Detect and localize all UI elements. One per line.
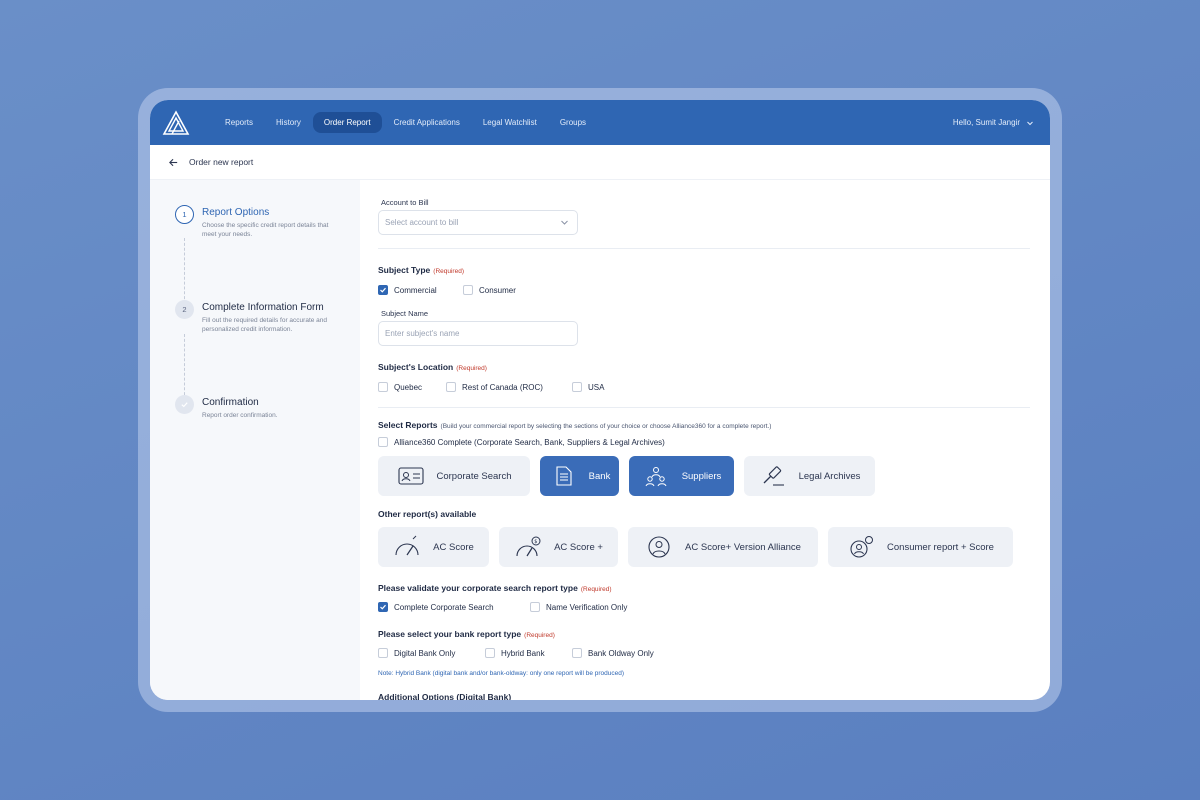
step-connector <box>184 334 185 400</box>
consumer-checkbox[interactable]: Consumer <box>463 285 516 295</box>
additional-options-heading: Additional Options (Digital Bank) <box>378 692 512 700</box>
step-desc: Choose the specific credit report detail… <box>202 222 329 238</box>
bank-oldway-checkbox[interactable]: Bank Oldway Only <box>572 648 654 658</box>
account-label: Account to Bill <box>381 198 429 207</box>
gavel-icon <box>763 466 784 486</box>
id-card-icon <box>397 467 424 485</box>
bank-type-heading: Please select your bank report type (Requ… <box>378 629 555 639</box>
name-verification-checkbox[interactable]: Name Verification Only <box>530 602 627 612</box>
location-heading: Subject's Location (Required) <box>378 362 487 372</box>
logo-icon[interactable] <box>162 109 190 137</box>
nav-history[interactable]: History <box>265 112 312 133</box>
card-bank[interactable]: Bank <box>540 456 619 496</box>
people-group-icon <box>645 467 667 487</box>
divider <box>378 248 1030 249</box>
order-form: Account to Bill Select account to bill S… <box>360 180 1050 700</box>
card-corporate-search[interactable]: Corporate Search <box>378 456 530 496</box>
nav-legal-watchlist[interactable]: Legal Watchlist <box>472 112 548 133</box>
step-title: Confirmation <box>202 397 259 408</box>
usa-checkbox[interactable]: USA <box>572 382 604 392</box>
subject-type-heading: Subject Type (Required) <box>378 265 464 275</box>
user-circle-icon <box>648 536 670 558</box>
alliance360-checkbox[interactable]: Alliance360 Complete (Corporate Search, … <box>378 437 665 447</box>
subject-name-placeholder: Enter subject's name <box>385 329 460 338</box>
card-consumer-report[interactable]: Consumer report + Score <box>828 527 1013 567</box>
account-placeholder: Select account to bill <box>385 218 459 227</box>
card-suppliers[interactable]: Suppliers <box>629 456 734 496</box>
card-legal-archives[interactable]: Legal Archives <box>744 456 875 496</box>
user-menu[interactable]: Hello, Sumit Jangir <box>953 100 1034 145</box>
nav-reports[interactable]: Reports <box>214 112 264 133</box>
roc-checkbox[interactable]: Rest of Canada (ROC) <box>446 382 543 392</box>
gauge-dollar-icon: $ <box>516 536 541 557</box>
check-circle-icon <box>175 395 194 414</box>
user-greeting: Hello, Sumit Jangir <box>952 118 1020 127</box>
digital-bank-checkbox[interactable]: Digital Bank Only <box>378 648 455 658</box>
step-title: Report Options <box>202 207 270 218</box>
quebec-checkbox[interactable]: Quebec <box>378 382 422 392</box>
top-navbar: Reports History Order Report Credit Appl… <box>150 100 1050 145</box>
breadcrumb: Order new report <box>150 145 1050 180</box>
check-icon <box>380 287 386 293</box>
bank-note: Note: Hybrid Bank (digital bank and/or b… <box>378 670 625 677</box>
divider <box>378 407 1030 408</box>
subject-name-label: Subject Name <box>381 309 429 318</box>
step-title: Complete Information Form <box>202 302 324 313</box>
subject-name-input[interactable]: Enter subject's name <box>378 321 578 346</box>
page-title: Order new report <box>189 157 254 167</box>
steps-sidebar: 1 Report Options Choose the specific cre… <box>150 180 360 700</box>
nav-credit-applications[interactable]: Credit Applications <box>383 112 471 133</box>
complete-corporate-checkbox[interactable]: Complete Corporate Search <box>378 602 494 612</box>
back-arrow-icon[interactable] <box>168 157 179 168</box>
other-reports-heading: Other report(s) available <box>378 509 477 519</box>
step-number: 1 <box>175 205 194 224</box>
account-select[interactable]: Select account to bill <box>378 210 578 235</box>
step-desc: Report order confirmation. <box>202 412 278 419</box>
nav-groups[interactable]: Groups <box>549 112 597 133</box>
step-number: 2 <box>175 300 194 319</box>
gauge-icon <box>395 535 419 556</box>
app-window: Reports History Order Report Credit Appl… <box>150 100 1050 700</box>
step-connector <box>184 238 185 304</box>
check-icon <box>380 604 386 610</box>
select-reports-heading: Select Reports (Build your commercial rep… <box>378 420 772 430</box>
chevron-down-icon <box>561 220 568 225</box>
svg-text:$: $ <box>534 539 537 545</box>
card-ac-score-alliance[interactable]: AC Score+ Version Alliance <box>628 527 818 567</box>
nav-order-report[interactable]: Order Report <box>312 112 382 133</box>
step-desc: Fill out the required details for accura… <box>202 317 328 333</box>
user-score-icon <box>850 536 874 558</box>
card-ac-score[interactable]: AC Score <box>378 527 489 567</box>
chevron-down-icon <box>1027 121 1033 125</box>
card-ac-score-plus[interactable]: $ AC Score + <box>499 527 618 567</box>
hybrid-bank-checkbox[interactable]: Hybrid Bank <box>485 648 545 658</box>
document-icon <box>556 466 572 486</box>
validate-corporate-heading: Please validate your corporate search re… <box>378 583 612 593</box>
commercial-checkbox[interactable]: Commercial <box>378 285 437 295</box>
